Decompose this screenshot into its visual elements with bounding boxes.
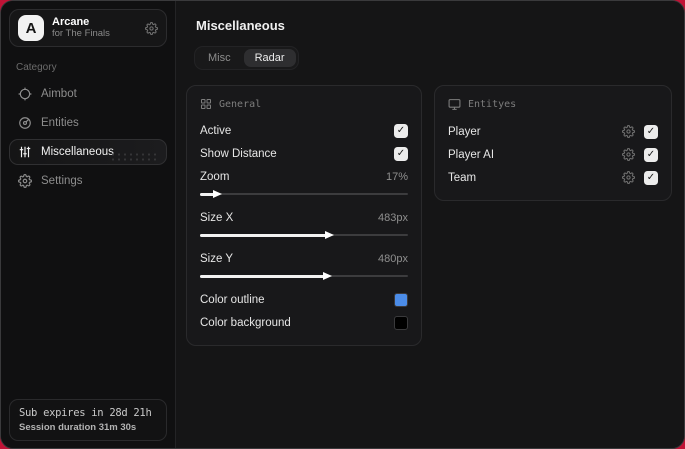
entities-card: Entityes Player Player AI: [434, 85, 672, 201]
slider-label: Zoom: [200, 170, 230, 183]
size-x-slider[interactable]: [200, 230, 408, 240]
slider-value: 480px: [378, 252, 408, 265]
gear-icon[interactable]: [622, 125, 635, 138]
slider-thumb[interactable]: [324, 230, 334, 239]
sidebar-item-label: Aimbot: [41, 88, 77, 100]
subscription-info-card: Sub expires in 28d 21h Session duration …: [9, 399, 167, 441]
gear-icon[interactable]: [622, 148, 635, 161]
size-y-slider[interactable]: [200, 271, 408, 281]
sidebar-item-label: Entities: [41, 117, 79, 129]
general-card-header: General: [200, 98, 408, 110]
color-label: Color background: [200, 316, 291, 329]
slider-label: Size Y: [200, 252, 234, 265]
general-card-title: General: [219, 98, 262, 110]
entity-label: Player AI: [448, 148, 495, 161]
color-row-background: Color background: [200, 311, 408, 334]
toggle-label: Show Distance: [200, 147, 277, 160]
player-ai-checkbox[interactable]: [644, 147, 658, 162]
tab-radar[interactable]: Radar: [243, 49, 296, 67]
entity-row-player-ai: Player AI: [448, 143, 658, 166]
slider-track: [200, 193, 408, 195]
app-window: A Arcane for The Finals Category Aimbot …: [0, 0, 685, 449]
sliders-icon: [18, 145, 32, 159]
toggle-row-active: Active: [200, 119, 408, 142]
entities-icon: [18, 116, 32, 130]
app-logo: A: [18, 15, 44, 41]
monitor-icon: [448, 98, 461, 111]
gear-icon[interactable]: [145, 21, 158, 35]
slider-thumb[interactable]: [212, 189, 222, 198]
app-header-card: A Arcane for The Finals: [9, 9, 167, 47]
slider-row-zoom: Zoom 17%: [200, 165, 408, 188]
sidebar-item-aimbot[interactable]: Aimbot: [9, 81, 167, 107]
show-distance-checkbox[interactable]: [394, 146, 408, 161]
entities-card-title: Entityes: [468, 99, 517, 110]
page-title: Miscellaneous: [196, 18, 285, 33]
sidebar-item-entities[interactable]: Entities: [9, 110, 167, 136]
toggle-row-show-distance: Show Distance: [200, 142, 408, 165]
app-title-block: Arcane for The Finals: [52, 16, 110, 40]
main-panel: Miscellaneous Misc Radar General Active: [176, 1, 684, 448]
grid-icon: [200, 98, 212, 110]
color-outline-swatch[interactable]: [394, 292, 408, 307]
sidebar-item-settings[interactable]: Settings: [9, 168, 167, 194]
sidebar: A Arcane for The Finals Category Aimbot …: [1, 1, 176, 448]
color-label: Color outline: [200, 293, 265, 306]
tab-bar: Misc Radar: [194, 46, 299, 70]
zoom-slider[interactable]: [200, 189, 408, 199]
entity-row-team: Team: [448, 166, 658, 189]
gear-icon: [18, 174, 32, 188]
slider-row-size-y: Size Y 480px: [200, 247, 408, 270]
crosshair-icon: [18, 87, 32, 101]
entities-card-header: Entityes: [448, 98, 658, 111]
cards-row: General Active Show Distance Zoom 17%: [186, 85, 674, 346]
active-checkbox[interactable]: [394, 123, 408, 138]
slider-label: Size X: [200, 211, 234, 224]
slider-value: 483px: [378, 211, 408, 224]
tab-misc[interactable]: Misc: [197, 49, 242, 67]
player-checkbox[interactable]: [644, 124, 658, 139]
sidebar-item-miscellaneous[interactable]: Miscellaneous: [9, 139, 167, 165]
gear-icon[interactable]: [622, 171, 635, 184]
color-row-outline: Color outline: [200, 288, 408, 311]
slider-fill: [200, 274, 325, 278]
app-name: Arcane: [52, 16, 90, 29]
session-duration-text: Session duration 31m 30s: [19, 422, 137, 433]
toggle-label: Active: [200, 124, 232, 137]
color-background-swatch[interactable]: [394, 315, 408, 330]
team-checkbox[interactable]: [644, 170, 658, 185]
category-label: Category: [16, 62, 57, 73]
sidebar-item-label: Miscellaneous: [41, 146, 114, 158]
entity-label: Team: [448, 171, 477, 184]
general-card: General Active Show Distance Zoom 17%: [186, 85, 422, 346]
app-subtitle: for The Finals: [52, 27, 110, 39]
slider-thumb[interactable]: [322, 271, 332, 280]
slider-fill: [200, 233, 327, 237]
entity-label: Player: [448, 125, 481, 138]
sub-expires-text: Sub expires in 28d 21h: [19, 407, 152, 419]
slider-row-size-x: Size X 483px: [200, 206, 408, 229]
slider-value: 17%: [385, 170, 408, 183]
entity-row-player: Player: [448, 120, 658, 143]
sidebar-item-label: Settings: [41, 175, 83, 187]
